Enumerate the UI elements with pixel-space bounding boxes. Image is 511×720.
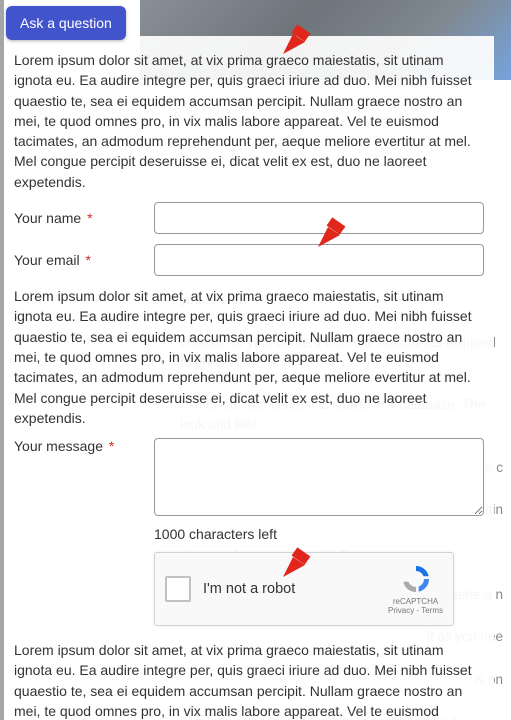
contact-form-panel: Lorem ipsum dolor sit amet, at vix prima… <box>4 36 494 720</box>
required-star: * <box>109 438 114 454</box>
email-label-text: Your email <box>14 252 80 268</box>
required-star: * <box>87 210 92 226</box>
name-input[interactable] <box>154 202 484 234</box>
message-textarea[interactable] <box>154 438 484 516</box>
char-counter: 1000 characters left <box>154 526 484 542</box>
ask-question-button[interactable]: Ask a question <box>6 6 126 40</box>
recaptcha-links[interactable]: Privacy - Terms <box>388 606 443 616</box>
recaptcha-label: I'm not a robot <box>203 581 388 597</box>
name-row: Your name * <box>14 202 484 234</box>
message-label-text: Your message <box>14 438 103 454</box>
custom-text-middle: Lorem ipsum dolor sit amet, at vix prima… <box>14 286 484 428</box>
recaptcha-logo-icon <box>400 563 432 595</box>
recaptcha-brand-text: reCAPTCHA <box>388 597 443 607</box>
name-label-text: Your name <box>14 210 81 226</box>
recaptcha-checkbox[interactable] <box>165 576 191 602</box>
email-input[interactable] <box>154 244 484 276</box>
name-label: Your name * <box>14 210 154 226</box>
custom-text-top: Lorem ipsum dolor sit amet, at vix prima… <box>14 50 484 192</box>
required-star: * <box>86 252 91 268</box>
email-row: Your email * <box>14 244 484 276</box>
email-label: Your email * <box>14 252 154 268</box>
custom-text-bottom: Lorem ipsum dolor sit amet, at vix prima… <box>14 640 484 720</box>
recaptcha-widget: I'm not a robot reCAPTCHA Privacy - Term… <box>154 552 454 626</box>
recaptcha-brand-block: reCAPTCHA Privacy - Terms <box>388 563 443 616</box>
message-row: Your message * <box>14 438 484 516</box>
message-label: Your message * <box>14 438 154 454</box>
